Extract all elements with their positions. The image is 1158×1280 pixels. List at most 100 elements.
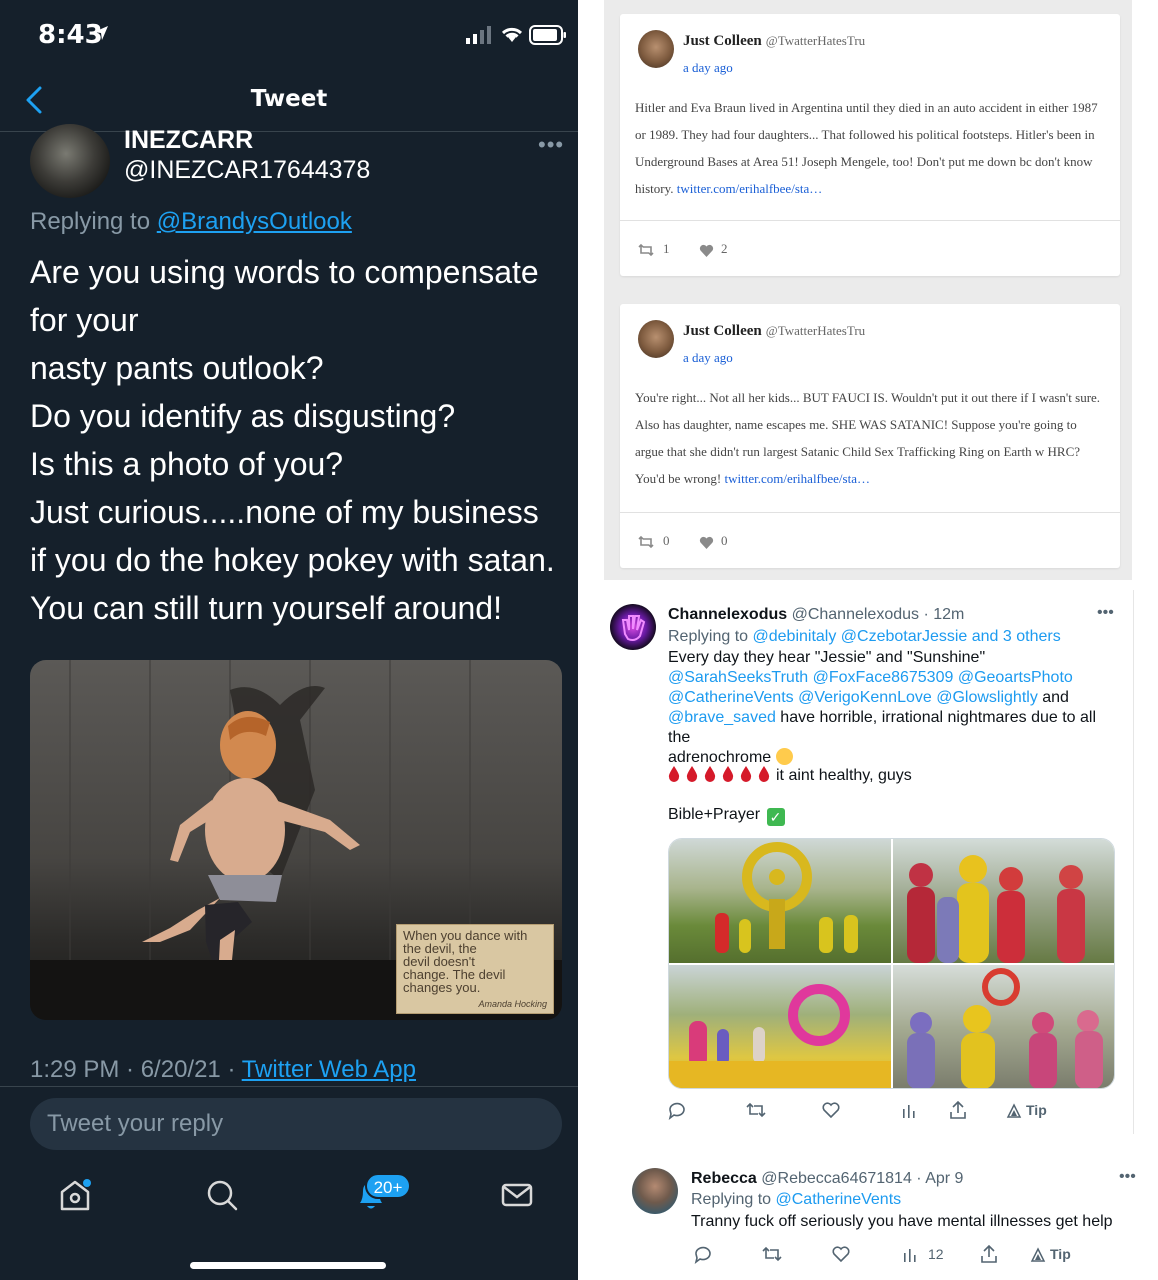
messages-icon[interactable] [500, 1177, 534, 1213]
post-author[interactable]: Just Colleen @TwatterHatesTru [683, 33, 865, 50]
share-icon[interactable] [979, 1244, 999, 1264]
post-card: Just Colleen @TwatterHatesTru a day ago H… [620, 14, 1120, 276]
bible-line: Bible+Prayer ✓ [668, 806, 785, 826]
tweet-text: Tranny fuck off seriously you have menta… [691, 1213, 1113, 1230]
share-icon[interactable] [948, 1100, 968, 1120]
blood-drop-icon [686, 766, 698, 782]
mention-line[interactable]: @CatherineVents @VerigoKennLove @Glowsli… [668, 689, 1038, 706]
tweet-author: INEZCARR @INEZCAR17644378 ••• [0, 124, 578, 202]
quote-caption: When you dance with the devil, the devil… [396, 924, 554, 1014]
replying-to-link[interactable]: @BrandysOutlook [157, 208, 352, 235]
heart-icon[interactable] [699, 536, 714, 549]
post-card: Just Colleen @TwatterHatesTru a day ago Y… [620, 304, 1120, 568]
analytics-icon[interactable] [900, 1244, 920, 1264]
retweet-icon[interactable] [761, 1244, 783, 1264]
tweet-author[interactable]: Rebecca @Rebecca64671814 · Apr 9 [691, 1170, 963, 1188]
tweet-actions: Tip [666, 1100, 1106, 1124]
analytics-icon[interactable] [899, 1100, 919, 1120]
replying-to-link[interactable]: @CatherineVents [776, 1191, 902, 1208]
retweet-icon[interactable] [745, 1100, 767, 1120]
timestamp-text: 1:29 PM · 6/20/21 · [30, 1056, 242, 1083]
bottom-tab-bar [0, 1165, 578, 1235]
media-grid [668, 838, 1115, 1089]
drops-line: it aint healthy, guys [668, 766, 912, 785]
gab-posts-panel: Just Colleen @TwatterHatesTru a day ago H… [604, 0, 1132, 580]
tweet-nav-header: Tweet [0, 70, 578, 132]
repost-count: 0 [663, 533, 670, 548]
quote-caption-line: changes you. [403, 980, 481, 995]
tip-icon[interactable] [1006, 1103, 1022, 1119]
tweet-photo[interactable]: When you dance with the devil, the devil… [30, 660, 562, 1020]
like-icon[interactable] [831, 1244, 851, 1264]
divider [0, 1086, 578, 1087]
post-time[interactable]: a day ago [683, 350, 733, 366]
like-icon[interactable] [821, 1100, 841, 1120]
reply-input[interactable]: Tweet your reply [30, 1098, 562, 1150]
blood-drop-icon [722, 766, 734, 782]
more-options-icon[interactable]: ••• [538, 132, 564, 158]
tweet-line: You can still turn yourself around! [30, 590, 502, 626]
heart-icon[interactable] [699, 244, 714, 257]
media-image[interactable] [669, 965, 891, 1088]
notifications-badge: 20+ [365, 1173, 411, 1199]
bible-text: Bible+Prayer [668, 806, 761, 823]
wifi-icon [501, 27, 523, 42]
pink-sun-field-illustration [669, 984, 891, 1088]
tweet-line: Is this a photo of you? [30, 446, 344, 482]
mobile-tweet-panel: 8:43 Tweet INEZCARR @INEZCAR17644378 •••… [0, 0, 578, 1280]
media-image[interactable] [893, 839, 1114, 963]
location-arrow-icon [94, 26, 108, 40]
more-options-icon[interactable]: ••• [1119, 1168, 1136, 1186]
media-image[interactable] [893, 965, 1114, 1088]
author-name: Just Colleen [683, 33, 762, 49]
post-actions: 1 2 [620, 220, 1120, 276]
author-name: Channelexodus [668, 606, 788, 623]
reply-icon[interactable] [692, 1244, 712, 1264]
tweet-author[interactable]: Channelexodus @Channelexodus · 12m [668, 606, 964, 624]
avatar[interactable] [610, 604, 656, 650]
avatar[interactable] [632, 1168, 678, 1214]
post-actions: 0 0 [620, 512, 1120, 568]
repost-icon[interactable] [638, 243, 654, 257]
home-icon[interactable] [58, 1177, 92, 1213]
author-handle-time: @Rebecca64671814 · Apr 9 [756, 1170, 964, 1187]
replying-to-links[interactable]: @debinitaly @CzebotarJessie and 3 others [753, 628, 1061, 645]
blood-drop-icon [758, 766, 770, 782]
hand-logo-icon [621, 615, 646, 641]
post-author[interactable]: Just Colleen @TwatterHatesTru [683, 323, 865, 340]
tip-icon[interactable] [1030, 1247, 1046, 1263]
avatar[interactable] [638, 320, 674, 358]
post-link[interactable]: twitter.com/erihalfbee/sta… [725, 471, 870, 486]
light-tweet: Channelexodus @Channelexodus · 12m ••• R… [604, 590, 1134, 1134]
tweet-line: Just curious.....none of my business [30, 494, 539, 530]
replying-to: Replying to @BrandysOutlook [30, 208, 352, 236]
media-image[interactable] [669, 839, 891, 963]
tip-label[interactable]: Tip [1026, 1102, 1047, 1118]
replying-to: Replying to @CatherineVents [691, 1191, 901, 1209]
author-handle: @TwatterHatesTru [765, 323, 866, 338]
post-link[interactable]: twitter.com/erihalfbee/sta… [677, 181, 822, 196]
tip-label[interactable]: Tip [1050, 1246, 1071, 1262]
more-options-icon[interactable]: ••• [1097, 604, 1114, 622]
laughing-crying-emoji-icon [775, 748, 793, 765]
author-display-name[interactable]: INEZCARR [124, 126, 253, 155]
avatar[interactable] [638, 30, 674, 68]
tweet-text: Are you using words to compensate for yo… [30, 248, 570, 632]
check-mark-icon: ✓ [766, 808, 785, 826]
source-app-link[interactable]: Twitter Web App [242, 1056, 416, 1083]
repost-icon[interactable] [638, 535, 654, 549]
tweet-line: adrenochrome [668, 749, 772, 766]
reply-tweet: Rebecca @Rebecca64671814 · Apr 9 ••• Rep… [604, 1150, 1158, 1280]
tweet-text: Every day they hear "Jessie" and "Sunshi… [668, 648, 1118, 768]
avatar[interactable] [30, 124, 110, 198]
replying-prefix: Replying to [30, 208, 151, 235]
mention-line[interactable]: @SarahSeeksTruth @FoxFace8675309 @Geoart… [668, 668, 1118, 688]
post-time[interactable]: a day ago [683, 60, 733, 76]
author-handle[interactable]: @INEZCAR17644378 [124, 156, 370, 185]
mention-link[interactable]: @brave_saved [668, 709, 776, 726]
like-count: 2 [721, 241, 728, 256]
reply-icon[interactable] [666, 1100, 686, 1120]
search-icon[interactable] [205, 1177, 239, 1213]
blood-drop-icon [668, 766, 680, 782]
page-title: Tweet [250, 86, 328, 112]
